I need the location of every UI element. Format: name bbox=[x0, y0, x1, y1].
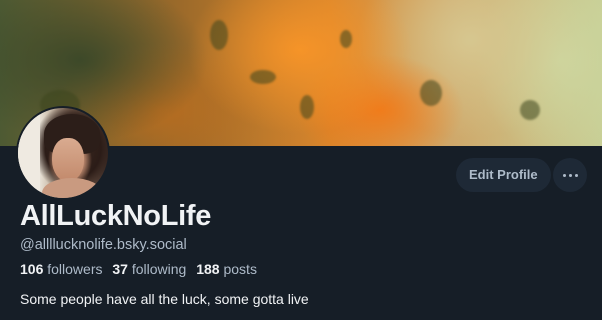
followers-label: followers bbox=[47, 261, 103, 277]
banner-texture bbox=[250, 70, 276, 84]
following-count: 37 bbox=[112, 261, 128, 277]
banner-texture bbox=[520, 100, 540, 120]
more-options-button[interactable] bbox=[553, 158, 587, 192]
following-stat[interactable]: 37 following bbox=[112, 261, 190, 277]
posts-count: 188 bbox=[196, 261, 220, 277]
avatar-face bbox=[52, 138, 84, 182]
posts-label: posts bbox=[223, 261, 257, 277]
ellipsis-icon bbox=[562, 173, 578, 177]
profile-bio: Some people have all the luck, some gott… bbox=[20, 291, 309, 307]
profile-header: Edit Profile AllLuckNoLife @allllucknoli… bbox=[0, 0, 602, 320]
followers-count: 106 bbox=[20, 261, 44, 277]
posts-stat: 188 posts bbox=[196, 261, 257, 277]
avatar-shoulder bbox=[42, 178, 102, 198]
display-name: AllLuckNoLife bbox=[20, 200, 212, 232]
followers-stat[interactable]: 106 followers bbox=[20, 261, 106, 277]
avatar-background bbox=[18, 108, 40, 198]
avatar[interactable] bbox=[16, 106, 110, 200]
banner-texture bbox=[300, 95, 314, 119]
edit-profile-button[interactable]: Edit Profile bbox=[456, 158, 551, 192]
banner-texture bbox=[340, 30, 352, 48]
banner-texture bbox=[210, 20, 228, 50]
banner-texture bbox=[420, 80, 442, 106]
profile-handle: @allllucknolife.bsky.social bbox=[20, 237, 187, 253]
following-label: following bbox=[131, 261, 187, 277]
profile-stats: 106 followers 37 following 188 posts bbox=[20, 261, 263, 277]
